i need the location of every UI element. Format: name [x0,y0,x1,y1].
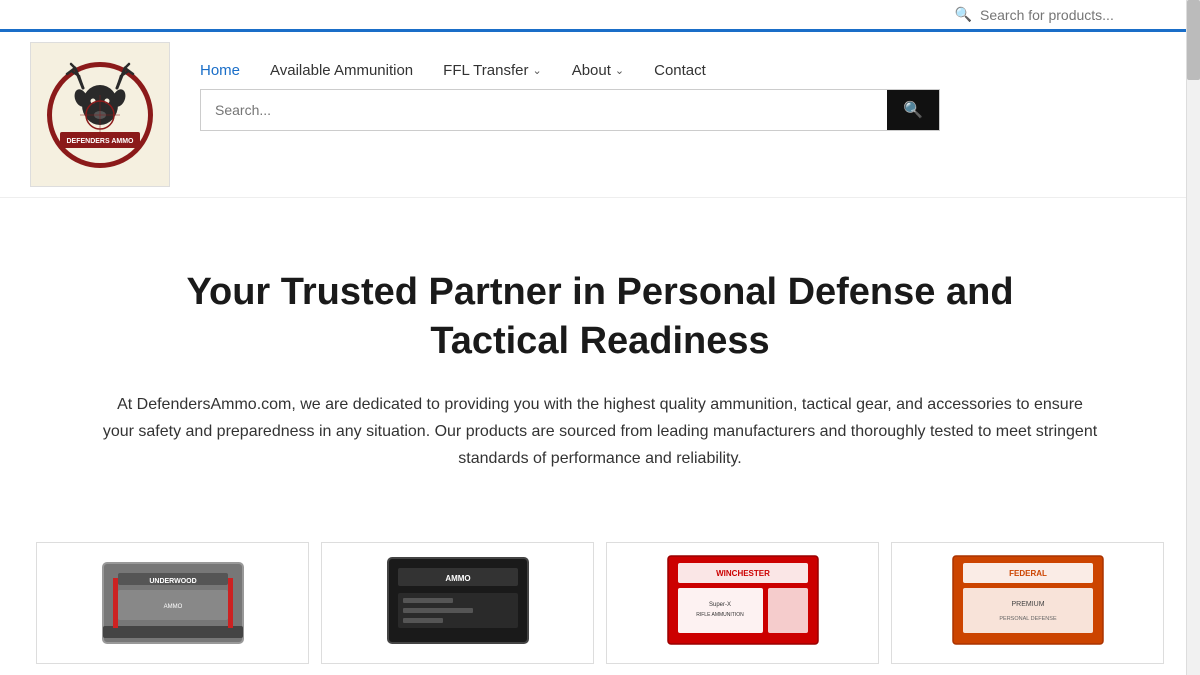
top-search-bar: 🔍 [0,0,1200,32]
product-card-2[interactable]: AMMO [321,542,594,664]
nav-item-ffl-transfer[interactable]: FFL Transfer ⌄ [443,62,542,79]
dark-box-svg: AMMO [378,548,538,658]
header: DEFENDERS AMMO Home Available Ammunition… [0,32,1200,198]
logo-image: DEFENDERS AMMO [45,60,155,170]
underwood-box-svg: UNDERWOOD AMMO [93,548,253,658]
main-search-button[interactable]: 🔍 [887,90,939,130]
nav-item-about[interactable]: About ⌄ [572,62,624,79]
nav-item-available-ammunition[interactable]: Available Ammunition [270,62,413,79]
nav-item-home[interactable]: Home [200,62,240,79]
main-nav: Home Available Ammunition FFL Transfer ⌄… [200,42,1170,89]
nav-item-contact[interactable]: Contact [654,62,706,79]
top-search-icon: 🔍 [955,6,972,23]
logo-wrapper: DEFENDERS AMMO [30,42,170,187]
svg-text:PERSONAL DEFENSE: PERSONAL DEFENSE [999,616,1057,622]
top-search-input[interactable] [980,7,1180,23]
svg-text:AMMO: AMMO [445,574,470,583]
main-search-input[interactable] [201,92,887,128]
main-search-bar: 🔍 [200,89,940,131]
products-row: UNDERWOOD AMMO AMMO [0,522,1200,664]
nav-search-wrapper: Home Available Ammunition FFL Transfer ⌄… [200,42,1170,131]
about-chevron-icon: ⌄ [615,64,624,77]
product-image-4: FEDERAL PREMIUM PERSONAL DEFENSE [892,543,1163,663]
svg-text:RIFLE AMMUNITION: RIFLE AMMUNITION [696,612,744,618]
hero-section: Your Trusted Partner in Personal Defense… [0,198,1200,522]
hero-heading: Your Trusted Partner in Personal Defense… [150,268,1050,367]
orange-box-svg: FEDERAL PREMIUM PERSONAL DEFENSE [948,548,1108,658]
product-image-3: WINCHESTER Super-X RIFLE AMMUNITION [607,543,878,663]
svg-text:DEFENDERS AMMO: DEFENDERS AMMO [66,138,134,145]
winchester-box-svg: WINCHESTER Super-X RIFLE AMMUNITION [663,548,823,658]
svg-text:FEDERAL: FEDERAL [1009,569,1047,578]
search-icon: 🔍 [903,102,923,119]
svg-text:UNDERWOOD: UNDERWOOD [149,578,196,585]
svg-text:PREMIUM: PREMIUM [1011,601,1044,608]
svg-text:Super-X: Super-X [708,602,730,608]
product-card-3[interactable]: WINCHESTER Super-X RIFLE AMMUNITION [606,542,879,664]
scrollbar-thumb[interactable] [1187,0,1200,80]
svg-text:AMMO: AMMO [163,604,182,610]
product-card-4[interactable]: FEDERAL PREMIUM PERSONAL DEFENSE [891,542,1164,664]
product-card-1[interactable]: UNDERWOOD AMMO [36,542,309,664]
product-image-2: AMMO [322,543,593,663]
scrollbar[interactable] [1186,0,1200,675]
hero-body: At DefendersAmmo.com, we are dedicated t… [100,391,1100,473]
ffl-transfer-chevron-icon: ⌄ [532,64,541,77]
svg-text:WINCHESTER: WINCHESTER [716,569,770,578]
product-image-1: UNDERWOOD AMMO [37,543,308,663]
